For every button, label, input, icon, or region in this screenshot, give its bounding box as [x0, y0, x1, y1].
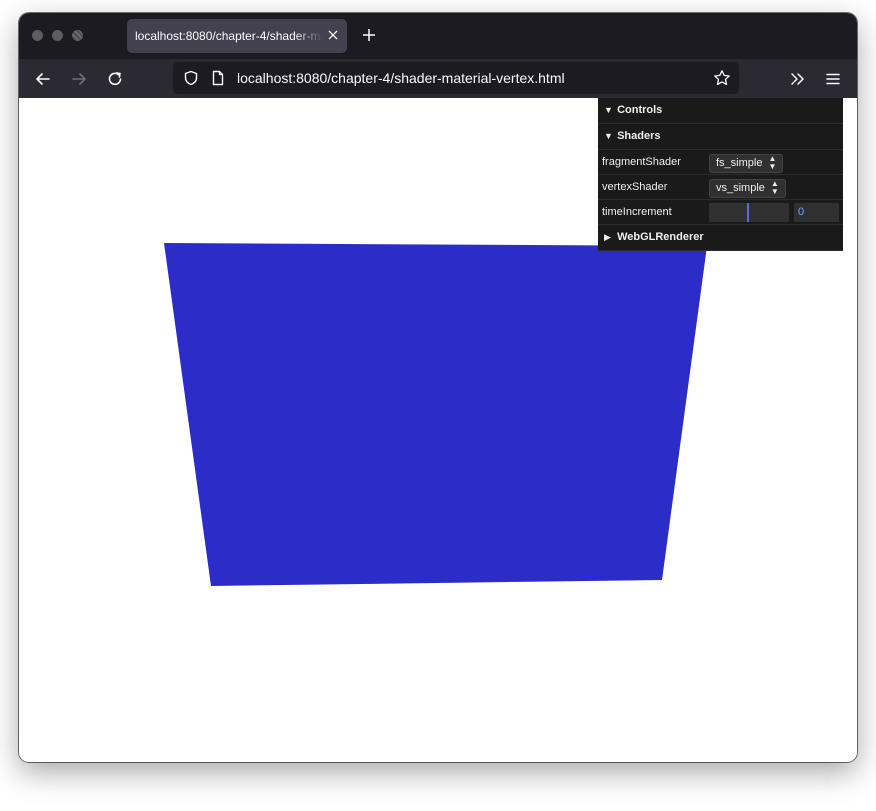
arrow-right-icon[interactable]	[70, 70, 88, 88]
browser-window: localhost:8080/chapter-4/shader-material…	[19, 13, 857, 762]
slider-handle[interactable]	[747, 203, 749, 222]
gui-label: vertexShader	[602, 181, 668, 193]
select-value: vs_simple	[716, 182, 765, 194]
tab-active[interactable]: localhost:8080/chapter-4/shader-material…	[127, 19, 347, 53]
fragment-shader-select[interactable]: fs_simple ▲ ▼	[709, 154, 784, 173]
gui-folder-label: Shaders	[617, 130, 661, 142]
updown-icon: ▲ ▼	[770, 179, 779, 197]
time-increment-input[interactable]: 0	[794, 203, 839, 222]
url-text[interactable]: localhost:8080/chapter-4/shader-material…	[237, 62, 565, 94]
tab-strip: localhost:8080/chapter-4/shader-material…	[19, 13, 857, 59]
url-bar[interactable]: localhost:8080/chapter-4/shader-material…	[173, 62, 739, 94]
gui-folder-webglrenderer[interactable]: ▶ WebGLRenderer	[598, 225, 843, 251]
reload-icon[interactable]	[106, 70, 124, 88]
gui-folder-label: WebGLRenderer	[617, 231, 704, 243]
arrow-left-icon[interactable]	[34, 70, 52, 88]
time-increment-slider[interactable]	[709, 203, 789, 222]
gui-label: fragmentShader	[602, 156, 681, 168]
zoom-window-button[interactable]	[72, 30, 83, 41]
gui-row-vertex-shader: vertexShader vs_simple ▲ ▼	[598, 175, 843, 200]
caret-down-icon: ▼	[604, 131, 613, 141]
caret-down-icon: ▼	[604, 105, 613, 115]
page-icon[interactable]	[210, 70, 226, 86]
double-chevron-icon[interactable]	[788, 70, 806, 88]
gui-panel: ▼ Controls ▼ Shaders fragmentShader fs_s…	[598, 98, 843, 251]
gui-row-time-increment: timeIncrement 0	[598, 200, 843, 225]
vertex-shader-select[interactable]: vs_simple ▲ ▼	[709, 179, 786, 198]
gui-folder-controls[interactable]: ▼ Controls	[598, 98, 843, 124]
gui-folder-label: Controls	[617, 104, 663, 116]
minimize-window-button[interactable]	[52, 30, 63, 41]
shield-icon[interactable]	[183, 70, 199, 86]
plus-icon[interactable]	[361, 27, 377, 43]
page-content: ▼ Controls ▼ Shaders fragmentShader fs_s…	[19, 98, 857, 762]
gui-folder-shaders[interactable]: ▼ Shaders	[598, 124, 843, 150]
caret-right-icon: ▶	[604, 232, 611, 242]
tab-title: localhost:8080/chapter-4/shader-material…	[135, 29, 323, 43]
gui-row-fragment-shader: fragmentShader fs_simple ▲ ▼	[598, 150, 843, 175]
navigation-bar: localhost:8080/chapter-4/shader-material…	[19, 59, 857, 98]
close-icon[interactable]	[327, 29, 339, 41]
hamburger-icon[interactable]	[824, 70, 842, 88]
gui-label: timeIncrement	[602, 206, 672, 218]
select-value: fs_simple	[716, 157, 763, 169]
updown-icon: ▲ ▼	[768, 154, 777, 172]
shader-mesh-plane	[164, 243, 707, 586]
close-window-button[interactable]	[32, 30, 43, 41]
star-icon[interactable]	[713, 69, 731, 87]
